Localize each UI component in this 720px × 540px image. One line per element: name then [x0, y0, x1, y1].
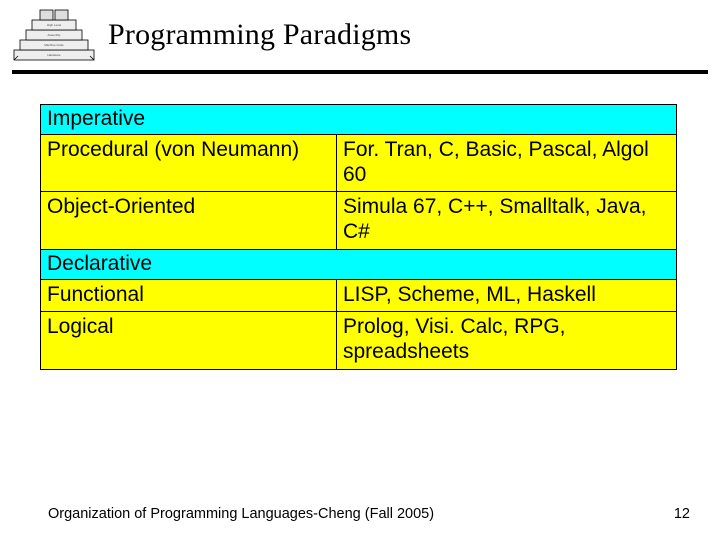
svg-text:Hardware: Hardware — [47, 53, 60, 57]
footer-text: Organization of Programming Languages-Ch… — [48, 506, 434, 522]
slide: Hardware Machine Code Assembly High Leve… — [0, 0, 720, 540]
paradigm-table: Imperative Procedural (von Neumann) For.… — [40, 104, 677, 370]
paradigm-label: Logical — [41, 312, 337, 370]
slide-title: Programming Paradigms — [108, 18, 411, 52]
svg-text:Assembly: Assembly — [47, 33, 61, 37]
title-underline — [12, 70, 708, 74]
paradigm-label: Functional — [41, 279, 337, 312]
paradigm-label: Procedural (von Neumann) — [41, 134, 337, 192]
paradigm-langs: For. Tran, C, Basic, Pascal, Algol 60 — [337, 134, 677, 192]
svg-text:Machine Code: Machine Code — [44, 43, 64, 47]
svg-text:High Level: High Level — [47, 23, 62, 27]
paradigm-langs: LISP, Scheme, ML, Haskell — [337, 279, 677, 312]
page-number: 12 — [674, 506, 690, 522]
paradigm-label: Object-Oriented — [41, 192, 337, 250]
section-header: Declarative — [41, 249, 677, 279]
paradigm-langs: Simula 67, C++, Smalltalk, Java, C# — [337, 192, 677, 250]
paradigm-langs: Prolog, Visi. Calc, RPG, spreadsheets — [337, 312, 677, 370]
header: Hardware Machine Code Assembly High Leve… — [0, 0, 720, 64]
section-header: Imperative — [41, 105, 677, 135]
pyramid-icon: Hardware Machine Code Assembly High Leve… — [8, 6, 100, 64]
